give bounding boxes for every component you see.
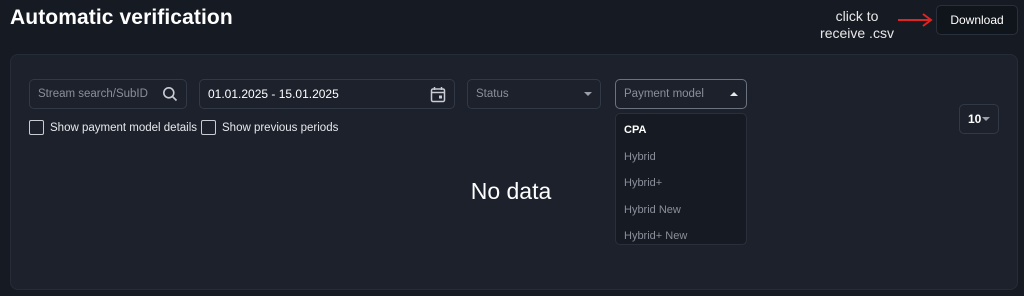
chevron-down-icon xyxy=(584,92,592,96)
payment-model-option-hybrid-new[interactable]: Hybrid New xyxy=(616,197,746,224)
payment-model-placeholder: Payment model xyxy=(624,88,704,100)
show-previous-periods-label: Show previous periods xyxy=(222,121,339,134)
payment-model-option-hybrid-plus[interactable]: Hybrid+ xyxy=(616,170,746,197)
search-icon[interactable] xyxy=(162,86,178,102)
arrow-right-icon xyxy=(898,13,933,27)
payment-model-select[interactable]: Payment model xyxy=(615,79,747,109)
page-size-select[interactable]: 10 xyxy=(959,104,999,134)
payment-model-option-hybrid[interactable]: Hybrid xyxy=(616,144,746,171)
chevron-up-icon xyxy=(730,92,738,96)
page-size-value: 10 xyxy=(968,112,982,126)
page-title: Automatic verification xyxy=(10,6,233,29)
date-range-picker[interactable]: 01.01.2025 - 15.01.2025 xyxy=(199,79,455,109)
verification-panel: Stream search/SubID 01.01.2025 - 15.01.2… xyxy=(10,54,1018,290)
payment-model-option-cpa[interactable]: CPA xyxy=(616,117,746,144)
show-previous-periods-option[interactable]: Show previous periods xyxy=(201,120,338,135)
date-range-value: 01.01.2025 - 15.01.2025 xyxy=(208,87,339,101)
show-previous-periods-checkbox[interactable] xyxy=(201,120,216,135)
show-payment-model-details-checkbox[interactable] xyxy=(29,120,44,135)
payment-model-option-hybrid-plus-new[interactable]: Hybrid+ New xyxy=(616,223,746,250)
download-hint-line-1: click to xyxy=(835,8,879,24)
empty-state-message: No data xyxy=(470,178,552,204)
chevron-down-icon xyxy=(982,117,990,121)
payment-model-dropdown: CPA Hybrid Hybrid+ Hybrid New Hybrid+ Ne… xyxy=(615,113,747,245)
download-button[interactable]: Download xyxy=(936,5,1018,35)
calendar-icon[interactable] xyxy=(430,86,446,103)
show-payment-model-details-label: Show payment model details xyxy=(50,121,198,134)
download-hint: click to receive .csv xyxy=(812,8,902,42)
search-placeholder: Stream search/SubID xyxy=(38,88,148,100)
search-input[interactable]: Stream search/SubID xyxy=(29,79,187,109)
status-select[interactable]: Status xyxy=(467,79,601,109)
status-placeholder: Status xyxy=(476,88,509,100)
download-hint-line-2: receive .csv xyxy=(820,25,894,41)
show-payment-model-details-option[interactable]: Show payment model details xyxy=(29,120,197,135)
